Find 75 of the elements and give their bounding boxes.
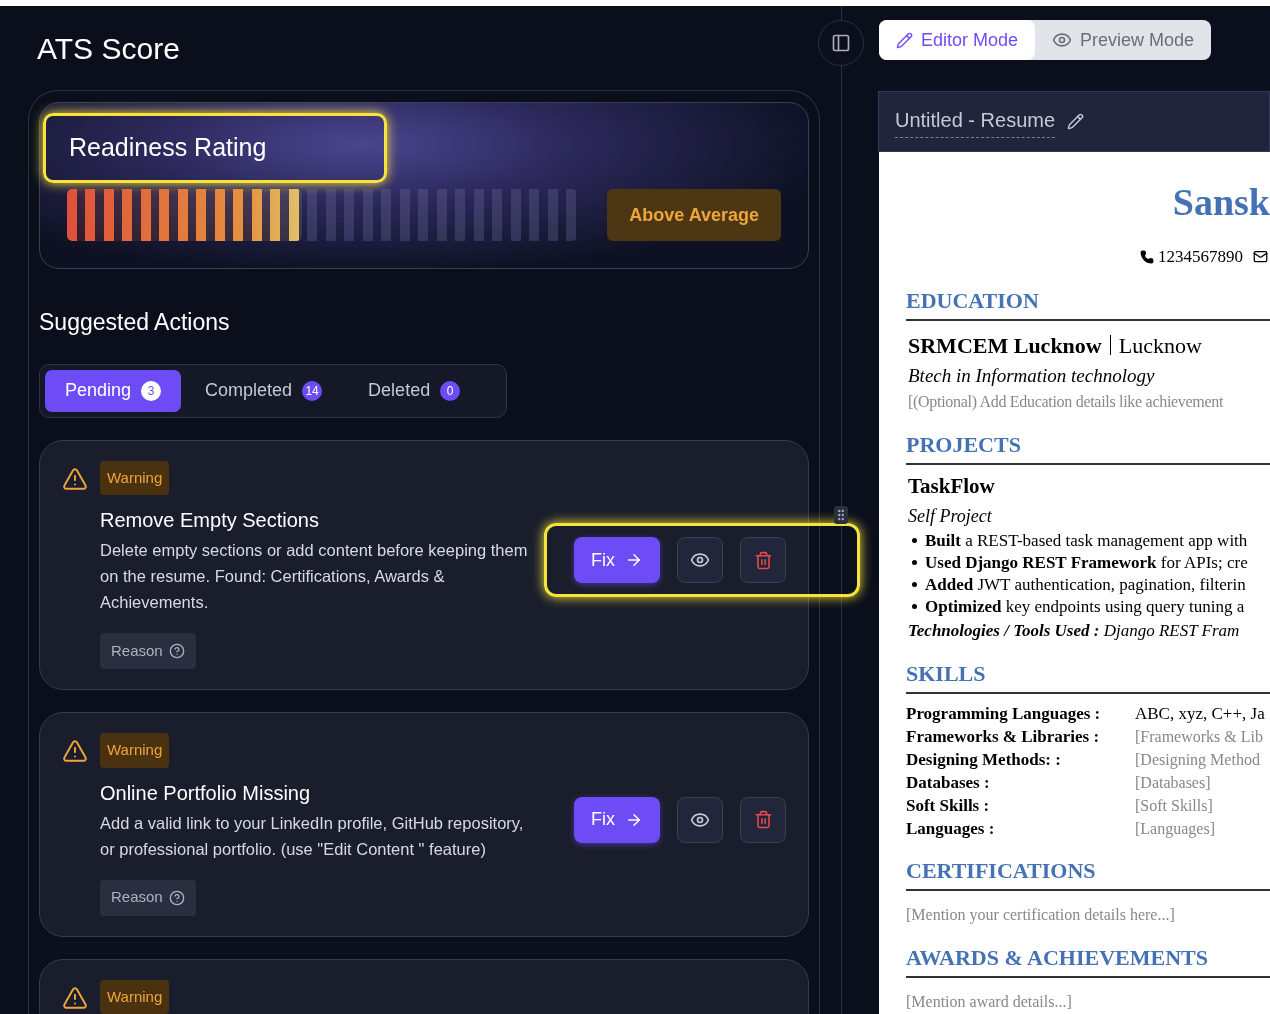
status-tab[interactable]: Deleted 0 xyxy=(346,369,483,412)
reason-button[interactable]: Reason xyxy=(100,879,196,916)
preview-button[interactable] xyxy=(677,537,723,583)
card-title: Remove Empty Sections xyxy=(100,508,320,533)
institution-name: SRMCEM Lucknow xyxy=(908,331,1102,360)
project-type: Self Project xyxy=(907,504,993,528)
skill-value: [Designing Method xyxy=(1135,750,1261,771)
education-note: [(Optional) Add Education details like achievement xyxy=(907,392,1225,413)
resume-name: Sansk xyxy=(1172,180,1270,224)
mode-tab[interactable]: Editor Mode xyxy=(879,20,1036,61)
eye-icon xyxy=(690,550,710,570)
skill-label: Programming Languages : xyxy=(906,703,1102,725)
section-heading: PROJECTS xyxy=(906,432,1021,457)
skill-value: [Languages] xyxy=(1135,819,1216,840)
skill-label: Frameworks & Libraries : xyxy=(906,726,1101,748)
arrow-right-icon xyxy=(625,551,643,569)
count-badge: 0 xyxy=(440,380,461,401)
warning-icon xyxy=(62,984,88,1011)
skill-label: Databases : xyxy=(906,772,991,794)
preview-button[interactable] xyxy=(677,796,723,843)
fix-button[interactable]: Fix xyxy=(574,796,660,843)
project-bullet: Built a REST-based task management app with xyxy=(925,529,1248,552)
warning-icon xyxy=(62,738,88,764)
delete-button[interactable] xyxy=(740,537,786,583)
help-icon xyxy=(168,643,185,659)
skill-value: [Soft Skills] xyxy=(1135,796,1214,816)
mode-tab[interactable]: Preview Mode xyxy=(1035,20,1212,61)
section-heading: SKILLS xyxy=(906,661,986,686)
mail-icon xyxy=(1253,249,1268,265)
warning-badge: Warning xyxy=(100,979,170,1014)
section-heading: EDUCATION xyxy=(906,287,1039,313)
delete-button[interactable] xyxy=(740,796,786,843)
status-tab[interactable]: Completed 14 xyxy=(183,369,345,412)
warning-badge: Warning xyxy=(100,460,170,495)
card-description: Delete empty sections or add content before keeping them on the resume. Found: Certifications, Awards & Achievements. xyxy=(100,540,529,613)
card-description: Add a valid link to your LinkedIn profile, GitHub repository, or professional portfolio. (use "Edit Content " feature) xyxy=(100,812,525,860)
panel-icon xyxy=(831,33,851,53)
skill-label: Designing Methods: : xyxy=(906,749,1062,771)
skill-label: Languages : xyxy=(906,818,996,840)
project-bullet: Used Django REST Framework for APIs; cre xyxy=(925,551,1248,574)
verdict-badge: Above Average xyxy=(607,189,781,241)
skill-label: Soft Skills : xyxy=(906,795,991,817)
project-bullet: Optimized key endpoints using query tuning a xyxy=(925,595,1245,618)
rating-title: Readiness Rating xyxy=(43,113,387,183)
card-title: Online Portfolio Missing xyxy=(100,780,312,806)
fix-button[interactable]: Fix xyxy=(574,537,660,583)
warning-badge: Warning xyxy=(100,733,170,768)
project-name: TaskFlow xyxy=(907,473,996,500)
reason-button[interactable]: Reason xyxy=(100,633,196,669)
skill-value: [Frameworks & Lib xyxy=(1135,727,1264,747)
phone-icon xyxy=(1140,249,1154,264)
section-heading: AWARDS & ACHIEVEMENTS xyxy=(906,945,1208,970)
panel-title: ATS Score xyxy=(37,30,180,67)
count-badge: 14 xyxy=(302,380,323,401)
count-badge: 3 xyxy=(141,380,162,401)
pencil-icon xyxy=(1067,113,1085,131)
skill-value: ABC, xyz, C++, Ja xyxy=(1135,703,1266,725)
section-title: Suggested Actions xyxy=(39,308,231,337)
trash-icon xyxy=(753,550,773,570)
degree-text: Btech in Information technology xyxy=(907,363,1156,388)
warning-icon xyxy=(62,465,88,492)
institution-location: Lucknow xyxy=(1118,331,1202,360)
pencil-icon xyxy=(896,31,913,49)
certification-note: [Mention your certification details here...] xyxy=(906,905,1176,926)
collapse-sidebar-button[interactable] xyxy=(818,20,864,66)
technologies-line: Technologies / Tools Used : Django REST Fram xyxy=(907,619,1241,642)
section-heading: CERTIFICATIONS xyxy=(906,858,1096,883)
phone-number: 1234567890 xyxy=(1158,246,1243,268)
help-icon xyxy=(168,889,185,906)
trash-icon xyxy=(753,810,773,829)
skill-value: [Databases] xyxy=(1135,773,1212,793)
status-tab[interactable]: Pending 3 xyxy=(45,369,182,412)
project-bullet: Added JWT authentication, pagination, filterin xyxy=(925,573,1246,596)
document-title[interactable]: Untitled - Resume xyxy=(895,105,1056,139)
awards-note: [Mention award details...] xyxy=(906,992,1073,1012)
